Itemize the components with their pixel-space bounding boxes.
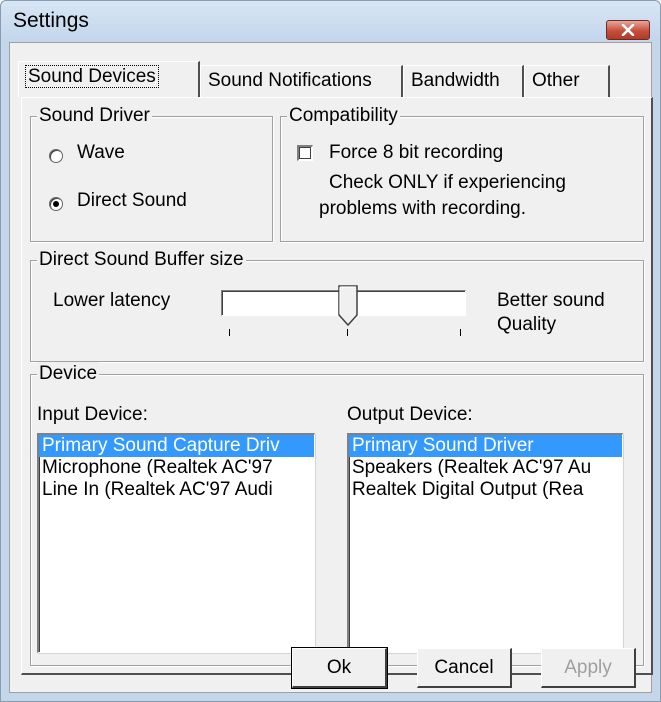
device-group: Device Input Device: Output Device: Prim… [30,362,644,666]
slider-tick [229,329,230,336]
buffer-size-group: Direct Sound Buffer size Lower latency B… [30,248,644,362]
compatibility-group: Compatibility Force 8 bit recording Chec… [280,104,644,242]
input-device-label: Input Device: [37,404,148,425]
list-item[interactable]: Realtek Digital Output (Rea [349,479,622,501]
close-button[interactable] [606,20,650,40]
slider-tick [460,329,461,336]
radio-selected-dot [53,201,59,207]
apply-button[interactable]: Apply [541,648,636,688]
list-item[interactable]: Microphone (Realtek AC'97 [39,457,314,479]
buffer-slider-thumb[interactable] [337,285,359,327]
list-item[interactable]: Speakers (Realtek AC'97 Au [349,457,622,479]
lower-latency-label: Lower latency [53,290,171,311]
list-item[interactable]: Primary Sound Driver [349,435,622,457]
slider-tick [347,329,348,336]
better-quality-label-line2: Quality [497,314,557,335]
tab-label: Bandwidth [411,70,500,91]
compatibility-note-line1: Check ONLY if experiencing [329,172,566,193]
output-device-label: Output Device: [347,404,473,425]
group-title: Compatibility [287,104,400,128]
tab-other[interactable]: Other [524,65,610,97]
input-device-list[interactable]: Primary Sound Capture Driv Microphone (R… [37,433,315,653]
better-quality-label-line1: Better sound [497,290,605,311]
force-8bit-checkbox[interactable] [297,145,313,161]
cancel-button[interactable]: Cancel [417,648,512,688]
tab-sound-notifications[interactable]: Sound Notifications [200,65,403,97]
sound-driver-group: Sound Driver Wave Direct Sound [30,104,273,242]
output-device-list[interactable]: Primary Sound Driver Speakers (Realtek A… [347,433,623,653]
tab-label: Sound Notifications [208,70,372,91]
list-item[interactable]: Line In (Realtek AC'97 Audi [39,479,314,501]
group-title: Direct Sound Buffer size [37,248,246,272]
ok-button[interactable]: Ok [291,647,388,689]
compatibility-note-line2: problems with recording. [319,198,526,219]
close-x-icon [621,24,635,36]
list-item[interactable]: Primary Sound Capture Driv [39,435,314,457]
direct-sound-label: Direct Sound [77,190,187,211]
group-title: Sound Driver [37,104,152,128]
sound-devices-panel: Sound Driver Wave Direct Sound Compatibi… [21,97,653,675]
settings-window: Settings Sound Devices Sound Notificatio… [0,0,661,702]
tab-label: Sound Devices [25,65,159,88]
group-title: Device [37,362,100,386]
window-title: Settings [13,9,89,32]
tab-bandwidth[interactable]: Bandwidth [403,65,524,97]
wave-label: Wave [77,142,125,163]
tab-label: Other [532,70,580,91]
wave-radio[interactable] [49,149,63,163]
direct-sound-radio[interactable] [49,197,63,211]
force-8bit-label: Force 8 bit recording [329,142,504,163]
dialog-client-area: Sound Devices Sound Notifications Bandwi… [9,42,653,693]
title-bar[interactable]: Settings [1,1,660,41]
tab-sound-devices[interactable]: Sound Devices [18,61,200,97]
